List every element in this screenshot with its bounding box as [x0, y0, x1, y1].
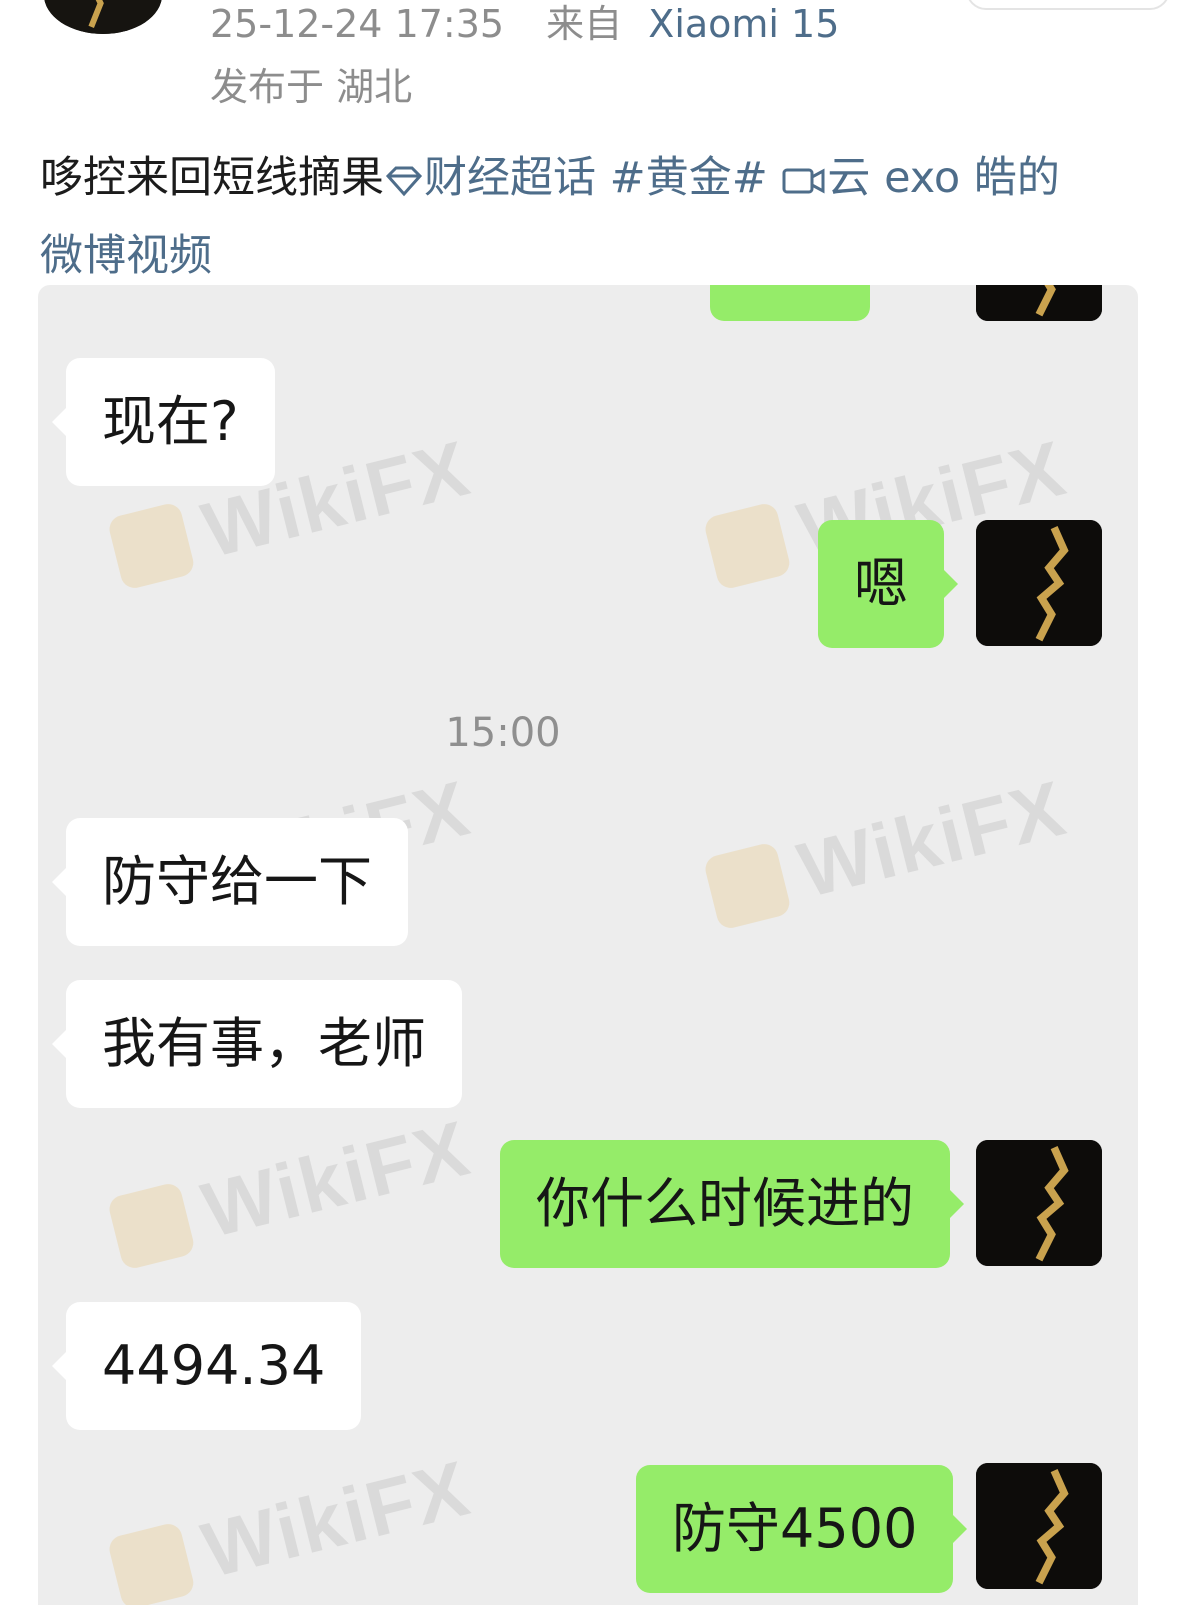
chat-bubble-received: 现在? — [52, 358, 275, 486]
source-label: 来自 — [546, 2, 623, 46]
device-link[interactable]: Xiaomi 15 — [648, 2, 839, 46]
chat-bubble-sent: 防守4500 — [636, 1465, 968, 1593]
watermark: WikiFX — [104, 1442, 479, 1605]
chat-avatar — [976, 1140, 1102, 1266]
chat-screenshot: WikiFX WikiFX WikiFX WikiFX WikiFX WikiF… — [38, 285, 1138, 1605]
watermark-logo-icon — [106, 1520, 197, 1605]
chat-bubble-partial — [710, 285, 870, 321]
watermark-logo-icon — [106, 500, 197, 591]
video-link[interactable]: 云 exo 皓的 — [827, 153, 1059, 203]
post-timestamp: 25-12-24 17:35 — [210, 2, 505, 46]
chat-avatar — [976, 285, 1102, 321]
post-location: 发布于 湖北 — [210, 65, 413, 109]
watermark: WikiFX — [104, 1102, 479, 1278]
chat-avatar — [976, 520, 1102, 646]
video-link-continued[interactable]: 微博视频 — [40, 220, 1170, 292]
watermark-logo-icon — [702, 500, 793, 591]
post-meta: 25-12-24 17:35 来自 Xiaomi 15 — [210, 0, 839, 48]
topic-link[interactable]: 财经超话 — [424, 153, 596, 203]
chat-bubble-received: 4494.34 — [51, 1302, 362, 1430]
chat-bubble-received: 我有事，老师 — [52, 980, 462, 1108]
gold-dragon-icon — [976, 285, 1102, 321]
watermark: WikiFX — [700, 762, 1075, 938]
gold-dragon-icon — [976, 1140, 1102, 1266]
gold-dragon-icon — [976, 520, 1102, 646]
user-avatar[interactable] — [44, 0, 162, 34]
chat-avatar — [976, 1463, 1102, 1589]
video-camera-icon — [781, 148, 827, 220]
gold-dragon-icon — [976, 1463, 1102, 1589]
follow-button[interactable] — [966, 0, 1170, 10]
chat-bubble-sent: 嗯 — [818, 520, 958, 648]
hashtag-link[interactable]: #黄金# — [610, 153, 768, 203]
watermark-text: WikiFX — [193, 1103, 479, 1255]
post-body: 哆控来回短线摘果 财经超话 #黄金# 云 exo 皓的 微博视频 — [40, 142, 1170, 292]
watermark-text: WikiFX — [193, 1443, 479, 1595]
chat-bubble-sent: 你什么时候进的 — [500, 1140, 964, 1268]
chat-bubble-received: 防守给一下 — [52, 818, 408, 946]
chat-timestamp: 15:00 — [445, 710, 561, 756]
watermark-logo-icon — [702, 840, 793, 931]
post-text-main: 哆控来回短线摘果 — [40, 153, 384, 203]
watermark-logo-icon — [106, 1180, 197, 1271]
gold-dragon-icon — [44, 0, 162, 34]
watermark-text: WikiFX — [789, 763, 1075, 915]
diamond-icon — [384, 148, 424, 220]
